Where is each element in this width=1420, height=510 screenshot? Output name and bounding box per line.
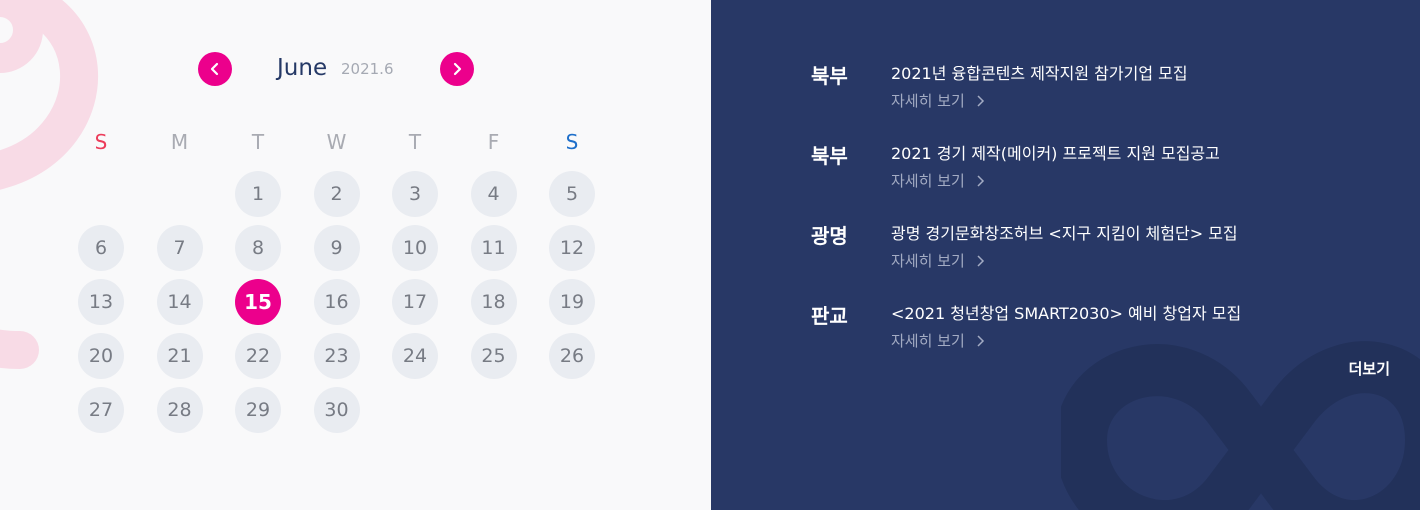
news-item: 광명 광명 경기문화창조허브 <지구 지킴이 체험단> 모집 자세히 보기	[811, 217, 1371, 297]
news-title-link[interactable]: 광명 경기문화창조허브 <지구 지킴이 체험단> 모집	[891, 220, 1238, 244]
calendar-days-grid: 1 2 3 4 5 6 7 8 9 10 11 12 13 14 15 16 17 18 19 20 21 22 23 24 2…	[78, 171, 598, 441]
news-detail-label: 자세히 보기	[891, 332, 965, 350]
calendar-day[interactable]: 18	[470, 279, 517, 325]
calendar-day[interactable]: 14	[156, 279, 203, 325]
news-title-link[interactable]: 2021년 융합콘텐츠 제작지원 참가기업 모집	[891, 60, 1188, 84]
news-item: 판교 <2021 청년창업 SMART2030> 예비 창업자 모집 자세히 보…	[811, 297, 1371, 377]
weekday-sun: S	[94, 130, 108, 154]
calendar-day[interactable]: 22	[235, 333, 281, 379]
calendar-day[interactable]: 13	[78, 279, 124, 325]
calendar-day[interactable]: 28	[156, 387, 203, 433]
next-month-button[interactable]	[440, 52, 474, 86]
calendar-day[interactable]: 17	[392, 279, 438, 325]
calendar-day[interactable]: 12	[549, 225, 595, 271]
news-region: 북부	[811, 64, 848, 88]
calendar-day[interactable]: 21	[156, 333, 203, 379]
calendar-day-today[interactable]: 15	[235, 279, 281, 325]
calendar-day[interactable]: 5	[549, 171, 595, 217]
news-region: 광명	[811, 224, 848, 248]
more-button[interactable]: 더보기	[1349, 358, 1390, 379]
calendar-day[interactable]: 1	[235, 171, 281, 217]
news-region: 북부	[811, 144, 848, 168]
weekday-thu: T	[408, 130, 422, 154]
news-detail-link[interactable]: 자세히 보기	[891, 250, 985, 271]
weekday-sat: S	[565, 130, 579, 154]
calendar-day[interactable]: 29	[235, 387, 281, 433]
news-title-link[interactable]: <2021 청년창업 SMART2030> 예비 창업자 모집	[891, 300, 1241, 324]
news-detail-label: 자세히 보기	[891, 252, 965, 270]
calendar-day[interactable]: 9	[313, 225, 360, 271]
news-list: 북부 2021년 융합콘텐츠 제작지원 참가기업 모집 자세히 보기 북부 20…	[811, 57, 1371, 377]
calendar-day[interactable]: 3	[392, 171, 438, 217]
calendar-day[interactable]: 11	[470, 225, 517, 271]
calendar-day[interactable]: 4	[470, 171, 517, 217]
year-month-label: 2021.6	[341, 60, 394, 78]
month-name: June	[277, 55, 328, 81]
calendar-day[interactable]: 27	[78, 387, 124, 433]
calendar-day[interactable]: 19	[549, 279, 595, 325]
news-panel: 북부 2021년 융합콘텐츠 제작지원 참가기업 모집 자세히 보기 북부 20…	[711, 0, 1420, 510]
weekday-wed: W	[326, 130, 347, 154]
news-detail-label: 자세히 보기	[891, 172, 965, 190]
news-title-link[interactable]: 2021 경기 제작(메이커) 프로젝트 지원 모집공고	[891, 140, 1220, 164]
calendar-panel: June 2021.6 S M T W T F S 1 2 3 4 5 6 7 8 9 10 11 1…	[0, 0, 711, 510]
weekday-mon: M	[170, 130, 189, 154]
chevron-right-icon	[977, 94, 984, 107]
calendar-day[interactable]: 30	[313, 387, 360, 433]
calendar-day[interactable]: 23	[313, 333, 360, 379]
calendar-day[interactable]: 26	[549, 333, 595, 379]
chevron-right-icon	[453, 62, 462, 76]
chevron-right-icon	[977, 174, 984, 187]
news-detail-link[interactable]: 자세히 보기	[891, 170, 985, 191]
calendar-day[interactable]: 2	[313, 171, 360, 217]
news-item: 북부 2021 경기 제작(메이커) 프로젝트 지원 모집공고 자세히 보기	[811, 137, 1371, 217]
news-detail-link[interactable]: 자세히 보기	[891, 330, 985, 351]
calendar-day[interactable]: 25	[470, 333, 517, 379]
calendar-day[interactable]: 20	[78, 333, 124, 379]
prev-month-button[interactable]	[198, 52, 232, 86]
weekday-tue: T	[251, 130, 265, 154]
calendar-day[interactable]: 8	[235, 225, 281, 271]
weekday-fri: F	[487, 130, 500, 154]
chevron-left-icon	[210, 62, 219, 76]
calendar-day[interactable]: 10	[392, 225, 438, 271]
weekday-row: S M T W T F S	[78, 130, 598, 156]
chevron-right-icon	[977, 254, 984, 267]
calendar-day[interactable]: 24	[392, 333, 438, 379]
calendar-day[interactable]: 7	[156, 225, 203, 271]
calendar-day[interactable]: 6	[78, 225, 124, 271]
news-detail-link[interactable]: 자세히 보기	[891, 90, 985, 111]
calendar-header: June 2021.6	[198, 52, 474, 86]
news-region: 판교	[811, 304, 848, 328]
news-detail-label: 자세히 보기	[891, 92, 965, 110]
news-item: 북부 2021년 융합콘텐츠 제작지원 참가기업 모집 자세히 보기	[811, 57, 1371, 137]
chevron-right-icon	[977, 334, 984, 347]
calendar-day[interactable]: 16	[313, 279, 360, 325]
